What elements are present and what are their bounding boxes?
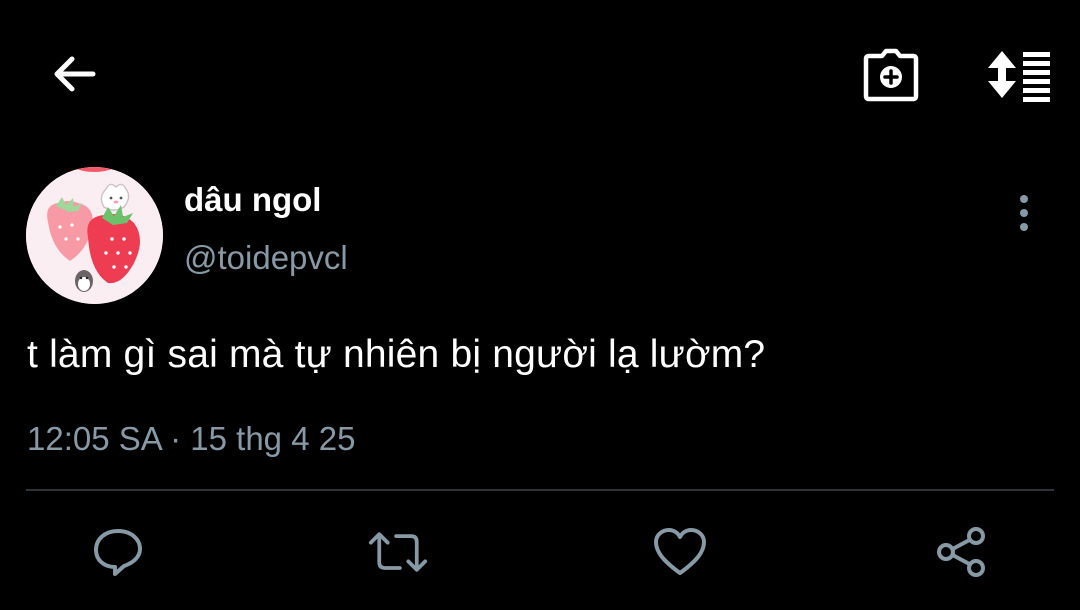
username-handle[interactable]: @toidepvcl xyxy=(184,239,348,277)
tweet-timestamp: 12:05 SA · 15 thg 4 25 xyxy=(27,420,356,457)
sort-list-icon xyxy=(988,51,1050,102)
share-icon xyxy=(937,527,985,577)
camera-plus-icon xyxy=(863,48,919,102)
back-button[interactable] xyxy=(44,46,104,102)
like-button[interactable] xyxy=(650,522,710,582)
more-vertical-icon xyxy=(1020,195,1028,231)
share-button[interactable] xyxy=(932,522,992,582)
camera-button[interactable] xyxy=(860,44,922,106)
strawberry-avatar xyxy=(26,167,163,304)
heart-icon xyxy=(654,528,706,575)
reply-icon xyxy=(94,529,142,576)
reply-button[interactable] xyxy=(88,522,148,582)
avatar[interactable] xyxy=(26,167,163,304)
more-options-button[interactable] xyxy=(1004,188,1044,238)
retweet-icon xyxy=(368,532,428,572)
sort-button[interactable] xyxy=(980,44,1056,106)
retweet-button[interactable] xyxy=(368,522,428,582)
divider xyxy=(26,489,1054,491)
tweet-text: t làm gì sai mà tự nhiên bị người lạ lườ… xyxy=(27,333,766,376)
display-name[interactable]: dâu ngol xyxy=(184,181,321,219)
arrow-left-icon xyxy=(54,56,96,92)
